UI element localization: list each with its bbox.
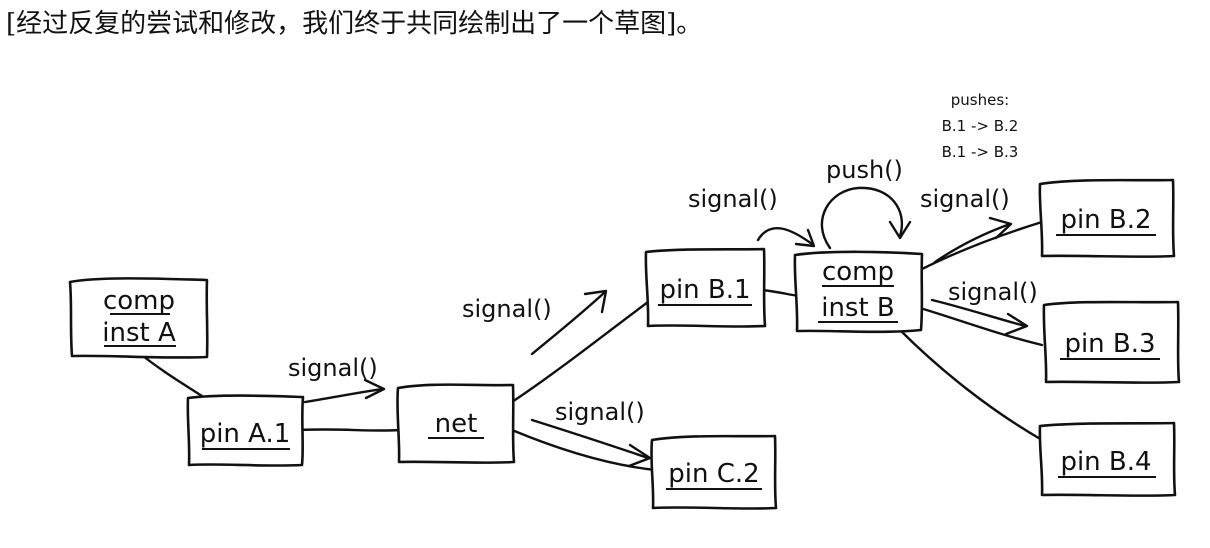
node-pin-b4: pin B.4 <box>1038 421 1177 498</box>
node-label-line2: inst A <box>102 318 176 348</box>
node-label-line2: inst B <box>821 293 895 323</box>
node-pin-a1: pin A.1 <box>186 394 305 467</box>
label-b1-to-compb: signal() <box>688 185 778 213</box>
node-label: pin A.1 <box>200 419 291 449</box>
label-self-push: push() <box>826 156 903 184</box>
note-line-2: B.1 -> B.3 <box>942 143 1019 161</box>
node-label-line1: comp <box>822 257 894 287</box>
label-compb-to-b2: signal() <box>920 185 1010 213</box>
label-net-to-c2: signal() <box>555 398 645 426</box>
line-compb-to-b4 <box>898 328 1044 442</box>
node-label: pin C.2 <box>668 459 759 489</box>
label-compb-to-b3: signal() <box>948 278 1038 306</box>
line-compb-to-b2 <box>918 220 1044 272</box>
arrow-self-push <box>820 186 903 250</box>
note-line-1: B.1 -> B.2 <box>942 117 1019 135</box>
label-net-to-b1: signal() <box>462 295 552 323</box>
node-label: pin B.1 <box>659 275 750 305</box>
node-label: pin B.3 <box>1064 329 1155 359</box>
pushes-note: pushes: B.1 -> B.2 B.1 -> B.3 <box>942 91 1019 161</box>
node-pin-b3: pin B.3 <box>1042 300 1181 385</box>
line-a1-to-net <box>298 428 402 432</box>
node-label-line1: comp <box>103 286 175 316</box>
arrow-b1-to-compb <box>756 226 814 246</box>
line-b1-to-compb <box>760 288 802 298</box>
node-label: net <box>435 409 478 439</box>
node-pin-b1: pin B.1 <box>644 247 767 328</box>
node-label: pin B.2 <box>1060 205 1151 235</box>
sketch-diagram: comp inst A pin A.1 net pin C.2 pin B.1 … <box>68 91 1181 510</box>
node-pin-c2: pin C.2 <box>650 434 778 510</box>
node-comp-inst-b: comp inst B <box>793 250 924 334</box>
line-compa-to-a1 <box>136 350 207 400</box>
node-net: net <box>396 383 516 465</box>
node-label: pin B.4 <box>1060 447 1151 477</box>
note-title: pushes: <box>951 91 1009 109</box>
label-a1-to-net: signal() <box>288 354 378 382</box>
node-comp-inst-a: comp inst A <box>68 277 209 359</box>
node-pin-b2: pin B.2 <box>1038 178 1176 259</box>
